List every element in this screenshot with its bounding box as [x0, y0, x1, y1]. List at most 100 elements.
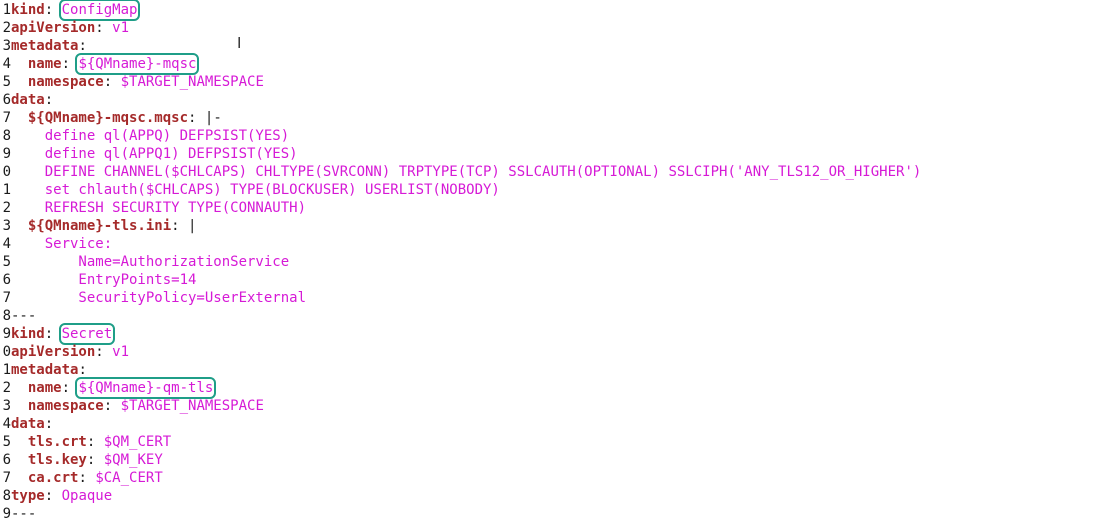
yaml-colon: : — [78, 362, 87, 378]
code-line[interactable]: 8--- — [0, 307, 37, 325]
code-line[interactable]: 6data: — [0, 91, 54, 109]
yaml-value: v1 — [112, 20, 130, 36]
line-number: 4 — [2, 236, 11, 252]
yaml-key: name — [27, 56, 62, 72]
code-content: kind: Secret — [11, 323, 116, 345]
code-content: ${QMname}-tls.ini: | — [11, 217, 197, 235]
code-content: ${QMname}-mqsc.mqsc: |- — [11, 109, 222, 127]
yaml-key: kind — [11, 2, 45, 18]
code-line[interactable]: 5 namespace: $TARGET_NAMESPACE — [0, 73, 264, 91]
code-text: define ql(APPQ) DEFPSIST(YES) — [11, 128, 290, 144]
yaml-colon: : — [78, 38, 87, 54]
code-content: name: ${QMname}-qm-tls — [11, 377, 217, 399]
yaml-value: $TARGET_NAMESPACE — [120, 398, 264, 414]
yaml-colon: : — [61, 380, 71, 396]
code-line[interactable]: 0 DEFINE CHANNEL($CHLCAPS) CHLTYPE(SVRCO… — [0, 163, 922, 181]
code-content: set chlauth($CHLCAPS) TYPE(BLOCKUSER) US… — [11, 181, 500, 199]
highlighted-yaml-value: Secret — [58, 323, 116, 345]
code-content: namespace: $TARGET_NAMESPACE — [11, 73, 264, 91]
line-number: 1 — [2, 2, 11, 18]
line-number: 0 — [2, 164, 11, 180]
line-number: 6 — [2, 452, 11, 468]
code-line[interactable]: 1metadata: — [0, 361, 87, 379]
code-line[interactable]: 4 name: ${QMname}-mqsc — [0, 53, 200, 75]
code-line[interactable]: 9--- — [0, 505, 37, 523]
yaml-key: namespace — [27, 398, 104, 414]
line-number: 5 — [2, 74, 11, 90]
yaml-colon: : — [61, 56, 71, 72]
yaml-key: data — [11, 92, 45, 108]
code-content: Service: — [11, 235, 112, 253]
code-content: tls.crt: $QM_CERT — [11, 433, 171, 451]
code-text: Service: — [11, 236, 113, 252]
code-line[interactable]: 8type: Opaque — [0, 487, 113, 505]
code-content: define ql(APPQ1) DEFPSIST(YES) — [11, 145, 298, 163]
code-text: REFRESH SECURITY TYPE(CONNAUTH) — [11, 200, 307, 216]
code-line[interactable]: 5 Name=AuthorizationService — [0, 253, 290, 271]
yaml-colon: : — [44, 416, 54, 432]
code-content: metadata: — [11, 37, 87, 55]
code-line[interactable]: 4data: — [0, 415, 54, 433]
highlighted-yaml-value: ConfigMap — [58, 0, 141, 21]
code-line[interactable]: 7 ca.crt: $CA_CERT — [0, 469, 163, 487]
code-line[interactable]: 2 name: ${QMname}-qm-tls — [0, 377, 217, 399]
code-text: define ql(APPQ1) DEFPSIST(YES) — [11, 146, 298, 162]
code-line[interactable]: 3metadata: — [0, 37, 87, 55]
code-line[interactable]: 6 EntryPoints=14 — [0, 271, 197, 289]
line-number: 7 — [2, 470, 11, 486]
code-line[interactable]: 7 SecurityPolicy=UserExternal — [0, 289, 306, 307]
code-text: DEFINE CHANNEL($CHLCAPS) CHLTYPE(SVRCONN… — [11, 164, 922, 180]
code-line[interactable]: 1kind: ConfigMap — [0, 0, 141, 21]
yaml-colon: : — [78, 470, 87, 486]
line-number: 8 — [2, 488, 11, 504]
line-number: 9 — [2, 146, 11, 162]
code-line[interactable]: 8 define ql(APPQ) DEFPSIST(YES) — [0, 127, 290, 145]
yaml-colon: : — [95, 20, 104, 36]
code-line[interactable]: 2apiVersion: v1 — [0, 19, 129, 37]
code-line[interactable]: 7 ${QMname}-mqsc.mqsc: |- — [0, 109, 222, 127]
code-content: tls.key: $QM_KEY — [11, 451, 163, 469]
highlighted-yaml-value: ${QMname}-mqsc — [75, 53, 200, 75]
code-content: REFRESH SECURITY TYPE(CONNAUTH) — [11, 199, 306, 217]
code-line[interactable]: 6 tls.key: $QM_KEY — [0, 451, 163, 469]
code-content: apiVersion: v1 — [11, 343, 129, 361]
yaml-colon: : — [44, 326, 54, 342]
yaml-value: |- — [204, 110, 222, 126]
code-content: apiVersion: v1 — [11, 19, 129, 37]
code-line[interactable]: 3 ${QMname}-tls.ini: | — [0, 217, 197, 235]
line-number: 0 — [2, 344, 11, 360]
code-line[interactable]: 9kind: Secret — [0, 323, 116, 345]
yaml-value: $QM_CERT — [103, 434, 172, 450]
line-number: 2 — [2, 20, 11, 36]
line-number: 2 — [2, 380, 11, 396]
yaml-key: name — [27, 380, 62, 396]
code-line[interactable]: 4 Service: — [0, 235, 113, 253]
yaml-colon: : — [44, 92, 54, 108]
code-line[interactable]: 9 define ql(APPQ1) DEFPSIST(YES) — [0, 145, 298, 163]
code-editor[interactable]: 1kind: ConfigMap 2apiVersion: v1 3metadata… — [0, 0, 1095, 523]
yaml-colon: : — [171, 218, 180, 234]
code-content: namespace: $TARGET_NAMESPACE — [11, 397, 264, 415]
line-number: 5 — [2, 254, 11, 270]
code-line[interactable]: 0apiVersion: v1 — [0, 343, 129, 361]
code-content: --- — [11, 505, 36, 523]
line-number: 1 — [2, 362, 11, 378]
yaml-value: Opaque — [61, 488, 113, 504]
line-number: 8 — [2, 308, 11, 324]
line-number: 6 — [2, 272, 11, 288]
code-content: EntryPoints=14 — [11, 271, 196, 289]
yaml-value: v1 — [112, 344, 130, 360]
code-line[interactable]: 5 tls.crt: $QM_CERT — [0, 433, 172, 451]
code-line[interactable]: 1 set chlauth($CHLCAPS) TYPE(BLOCKUSER) … — [0, 181, 500, 199]
code-content: type: Opaque — [11, 487, 112, 505]
code-line[interactable]: 2 REFRESH SECURITY TYPE(CONNAUTH) — [0, 199, 306, 217]
code-line[interactable]: 3 namespace: $TARGET_NAMESPACE — [0, 397, 264, 415]
yaml-key: kind — [11, 326, 45, 342]
